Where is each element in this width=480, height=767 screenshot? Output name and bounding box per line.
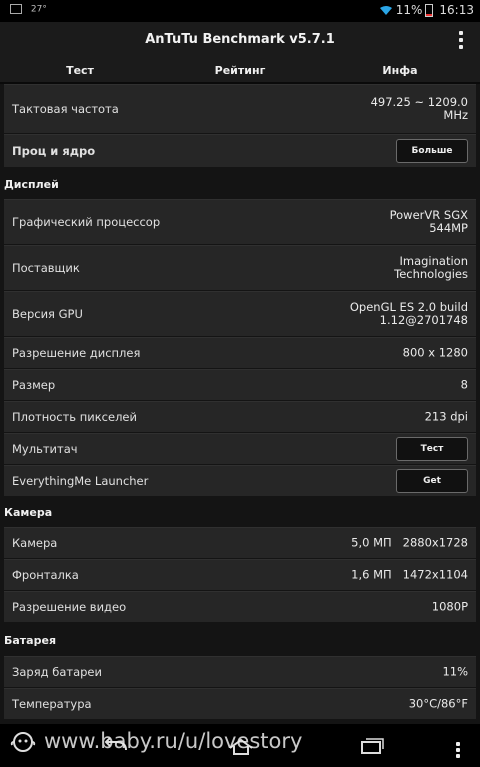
row-value: 213 dpi — [424, 409, 468, 424]
baby-logo-icon — [10, 732, 36, 752]
menu-icon[interactable] — [456, 740, 460, 760]
overflow-menu-icon[interactable] — [458, 28, 464, 54]
action-bar: AnTuTu Benchmark v5.7.1 — [0, 22, 480, 60]
list-item-front-camera: Фронталка 1,6 МП 1472x1104 — [4, 559, 476, 590]
row-label: Поставщик — [12, 261, 80, 275]
tab-info[interactable]: Инфа — [320, 60, 480, 84]
row-label: Фронталка — [12, 568, 79, 582]
list-item-clock: Тактовая частота 497.25 ~ 1209.0 MHz — [4, 84, 476, 133]
battery-percent: 11% — [395, 3, 423, 17]
row-value: 30°C/86°F — [408, 696, 468, 711]
row-label: Проц и ядро — [12, 144, 96, 158]
tab-test[interactable]: Тест — [0, 60, 160, 84]
row-label: Разрешение дисплея — [12, 346, 141, 360]
wifi-icon — [379, 5, 392, 15]
list-item-cpu-cores: Проц и ядро Больше — [4, 134, 476, 167]
row-label: Заряд батареи — [12, 665, 102, 679]
list-item-resolution: Разрешение дисплея 800 x 1280 — [4, 337, 476, 368]
section-header-battery: Батарея — [4, 634, 57, 647]
app-title: AnTuTu Benchmark v5.7.1 — [145, 32, 335, 47]
list-item-gpu: Графический процессор PowerVR SGX 544MP — [4, 199, 476, 244]
section-header-display: Дисплей — [4, 178, 59, 191]
row-label: Графический процессор — [12, 215, 161, 229]
row-value-unit: MHz — [443, 108, 468, 122]
watermark-text: www.baby.ru/u/lovestory — [44, 729, 303, 753]
get-launcher-button[interactable]: Get — [396, 469, 468, 493]
row-label: Разрешение видео — [12, 600, 127, 614]
row-label: Мультитач — [12, 442, 78, 456]
tab-rating[interactable]: Рейтинг — [160, 60, 320, 84]
row-value-line2: Technologies — [394, 267, 468, 281]
row-value: 8 — [460, 377, 468, 392]
list-item-camera: Камера 5,0 МП 2880x1728 — [4, 527, 476, 558]
list-item-multitouch: Мультитач Тест — [4, 433, 476, 464]
list-item-pixel-density: Плотность пикселей 213 dpi — [4, 401, 476, 432]
list-item-vendor: Поставщик Imagination Technologies — [4, 245, 476, 290]
row-value: 11% — [442, 664, 468, 679]
info-list[interactable]: Тактовая частота 497.25 ~ 1209.0 MHz Про… — [0, 84, 480, 724]
row-value-line2: 544MP — [429, 221, 468, 235]
camera-megapixels: 5,0 МП — [351, 535, 392, 550]
camera-resolution: 1472x1104 — [402, 567, 468, 582]
list-item-launcher: EverythingMe Launcher Get — [4, 465, 476, 496]
watermark: www.baby.ru/u/lovestory — [10, 729, 302, 753]
image-notification-icon — [10, 4, 22, 14]
list-item-video-resolution: Разрешение видео 1080P — [4, 591, 476, 622]
row-label: Размер — [12, 378, 56, 392]
list-item-battery-temperature: Температура 30°C/86°F — [4, 688, 476, 719]
status-bar: 27° 11% 16:13 — [0, 0, 480, 22]
clock: 16:13 — [439, 3, 474, 17]
tab-bar: Тест Рейтинг Инфа — [0, 60, 480, 84]
row-value: 1080P — [431, 599, 468, 614]
row-label: Тактовая частота — [12, 102, 119, 116]
more-button[interactable]: Больше — [396, 139, 468, 163]
weather-temperature: 27° — [30, 4, 47, 15]
list-item-battery-level: Заряд батареи 11% — [4, 656, 476, 687]
camera-megapixels: 1,6 МП — [351, 567, 392, 582]
multitouch-test-button[interactable]: Тест — [396, 437, 468, 461]
row-value: 800 x 1280 — [402, 345, 468, 360]
row-label: Плотность пикселей — [12, 410, 137, 424]
list-item-gpu-version: Версия GPU OpenGL ES 2.0 build 1.12@2701… — [4, 291, 476, 336]
recent-apps-icon[interactable] — [356, 736, 386, 756]
row-label: EverythingMe Launcher — [12, 474, 149, 488]
row-label: Версия GPU — [12, 307, 83, 321]
row-label: Температура — [12, 697, 92, 711]
battery-icon — [425, 4, 434, 17]
row-label: Камера — [12, 536, 58, 550]
list-item-size: Размер 8 — [4, 369, 476, 400]
row-value-line2: 1.12@2701748 — [379, 313, 468, 327]
section-header-camera: Камера — [4, 506, 53, 519]
camera-resolution: 2880x1728 — [402, 535, 468, 550]
